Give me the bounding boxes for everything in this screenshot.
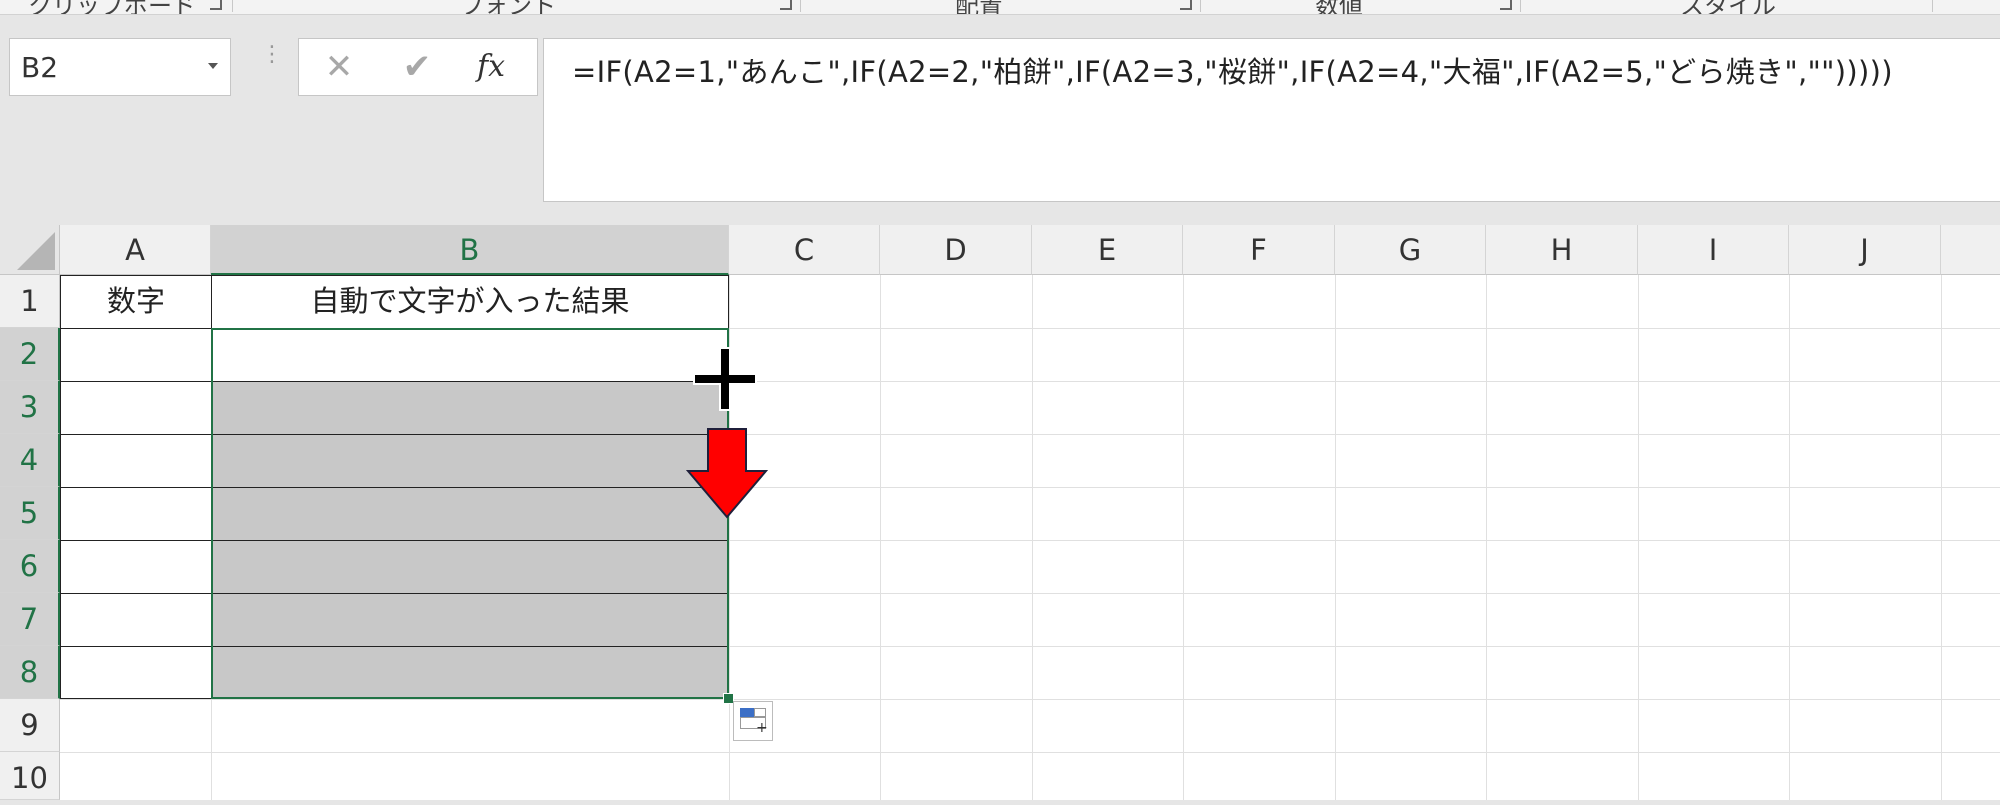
ribbon-group-alignment[interactable]: 配置 bbox=[955, 0, 1003, 14]
row-header-1[interactable]: 1 bbox=[0, 275, 60, 328]
column-header-d[interactable]: D bbox=[880, 225, 1032, 275]
ribbon-separator bbox=[1200, 0, 1201, 12]
cell-a3[interactable] bbox=[60, 381, 212, 435]
ribbon-group-font[interactable]: フォント bbox=[460, 0, 556, 14]
number-launcher-icon[interactable] bbox=[1500, 0, 1512, 10]
cell-a7[interactable] bbox=[60, 593, 212, 647]
cell-b4[interactable] bbox=[211, 434, 729, 488]
quick-analysis-icon-part bbox=[754, 708, 766, 717]
cell-a1[interactable]: 数字 bbox=[60, 275, 212, 329]
formula-text: =IF(A2=1,"あんこ",IF(A2=2,"柏餅",IF(A2=3,"桜餅"… bbox=[572, 55, 1893, 89]
confirm-entry-icon[interactable]: ✔ bbox=[397, 47, 437, 87]
cell-a5[interactable] bbox=[60, 487, 212, 541]
gridline bbox=[880, 275, 881, 800]
column-header-g[interactable]: G bbox=[1335, 225, 1486, 275]
gridline bbox=[1486, 275, 1487, 800]
cell-b6[interactable] bbox=[211, 540, 729, 594]
cell-a6[interactable] bbox=[60, 540, 212, 594]
ribbon-group-clipboard[interactable]: クリップボード bbox=[28, 0, 196, 14]
quick-analysis-plus-icon: + bbox=[756, 720, 768, 736]
cell-b3[interactable] bbox=[211, 381, 729, 435]
crosshair-cursor-icon bbox=[693, 347, 757, 411]
row-header-7[interactable]: 7 bbox=[0, 593, 60, 646]
cell-b7[interactable] bbox=[211, 593, 729, 647]
ribbon-separator bbox=[232, 0, 233, 12]
formula-buttons: ✕ ✔ fx bbox=[298, 38, 538, 96]
cell-a2[interactable] bbox=[60, 328, 212, 382]
row-header-5[interactable]: 5 bbox=[0, 487, 60, 540]
column-header-j[interactable]: J bbox=[1789, 225, 1941, 275]
column-header-c[interactable]: C bbox=[729, 225, 880, 275]
cell-a4[interactable] bbox=[60, 434, 212, 488]
gridline bbox=[1335, 275, 1336, 800]
select-all-triangle-icon bbox=[17, 232, 55, 270]
name-box-dropdown-icon[interactable] bbox=[208, 63, 218, 69]
ribbon-group-labels: クリップボード フォント 配置 数値 スタイル bbox=[0, 0, 2000, 15]
cell-b1[interactable]: 自動で文字が入った結果 bbox=[211, 275, 729, 329]
column-header-i[interactable]: I bbox=[1638, 225, 1789, 275]
row-header-3[interactable]: 3 bbox=[0, 381, 60, 434]
formula-input[interactable]: =IF(A2=1,"あんこ",IF(A2=2,"柏餅",IF(A2=3,"桜餅"… bbox=[543, 38, 2000, 202]
ribbon-separator bbox=[800, 0, 801, 12]
alignment-launcher-icon[interactable] bbox=[1180, 0, 1192, 10]
row-header-6[interactable]: 6 bbox=[0, 540, 60, 593]
column-header-h[interactable]: H bbox=[1486, 225, 1638, 275]
name-box-value: B2 bbox=[21, 51, 59, 84]
ribbon-group-styles[interactable]: スタイル bbox=[1680, 0, 1776, 14]
gridline bbox=[1638, 275, 1639, 800]
font-launcher-icon[interactable] bbox=[780, 0, 792, 10]
column-header-b[interactable]: B bbox=[211, 225, 729, 275]
gridline bbox=[1941, 275, 1942, 800]
gridline bbox=[1789, 275, 1790, 800]
formula-bar-grip-icon[interactable]: ⋮ bbox=[261, 44, 283, 80]
down-arrow-icon bbox=[686, 428, 768, 519]
column-header-a[interactable]: A bbox=[60, 225, 211, 275]
cancel-entry-icon[interactable]: ✕ bbox=[319, 47, 359, 87]
cell-b5[interactable] bbox=[211, 487, 729, 541]
cell-a8[interactable] bbox=[60, 646, 212, 699]
quick-analysis-button[interactable]: + bbox=[733, 701, 773, 741]
column-header-e[interactable]: E bbox=[1032, 225, 1183, 275]
quick-analysis-icon bbox=[740, 708, 754, 717]
row-header-2[interactable]: 2 bbox=[0, 328, 60, 381]
ribbon-separator bbox=[1520, 0, 1521, 12]
row-header-4[interactable]: 4 bbox=[0, 434, 60, 487]
column-header-next[interactable] bbox=[1941, 225, 2000, 275]
spreadsheet-grid[interactable]: A B C D E F G H I J 1 2 3 4 5 6 7 8 9 10… bbox=[0, 225, 2000, 800]
select-all-corner[interactable] bbox=[0, 225, 60, 275]
column-header-f[interactable]: F bbox=[1183, 225, 1335, 275]
name-box[interactable]: B2 bbox=[9, 38, 231, 96]
cell-b8[interactable] bbox=[211, 646, 729, 699]
insert-function-button[interactable]: fx bbox=[477, 49, 505, 84]
clipboard-launcher-icon[interactable] bbox=[210, 0, 222, 10]
row-header-9[interactable]: 9 bbox=[0, 699, 60, 752]
row-header-8[interactable]: 8 bbox=[0, 646, 60, 699]
gridline bbox=[1183, 275, 1184, 800]
ribbon-group-number[interactable]: 数値 bbox=[1315, 0, 1363, 14]
gridline bbox=[60, 752, 2000, 753]
row-header-10[interactable]: 10 bbox=[0, 752, 60, 800]
ribbon-separator bbox=[1932, 0, 1933, 12]
cell-b2[interactable] bbox=[211, 328, 729, 382]
gridline bbox=[1032, 275, 1033, 800]
gridline bbox=[60, 699, 2000, 700]
